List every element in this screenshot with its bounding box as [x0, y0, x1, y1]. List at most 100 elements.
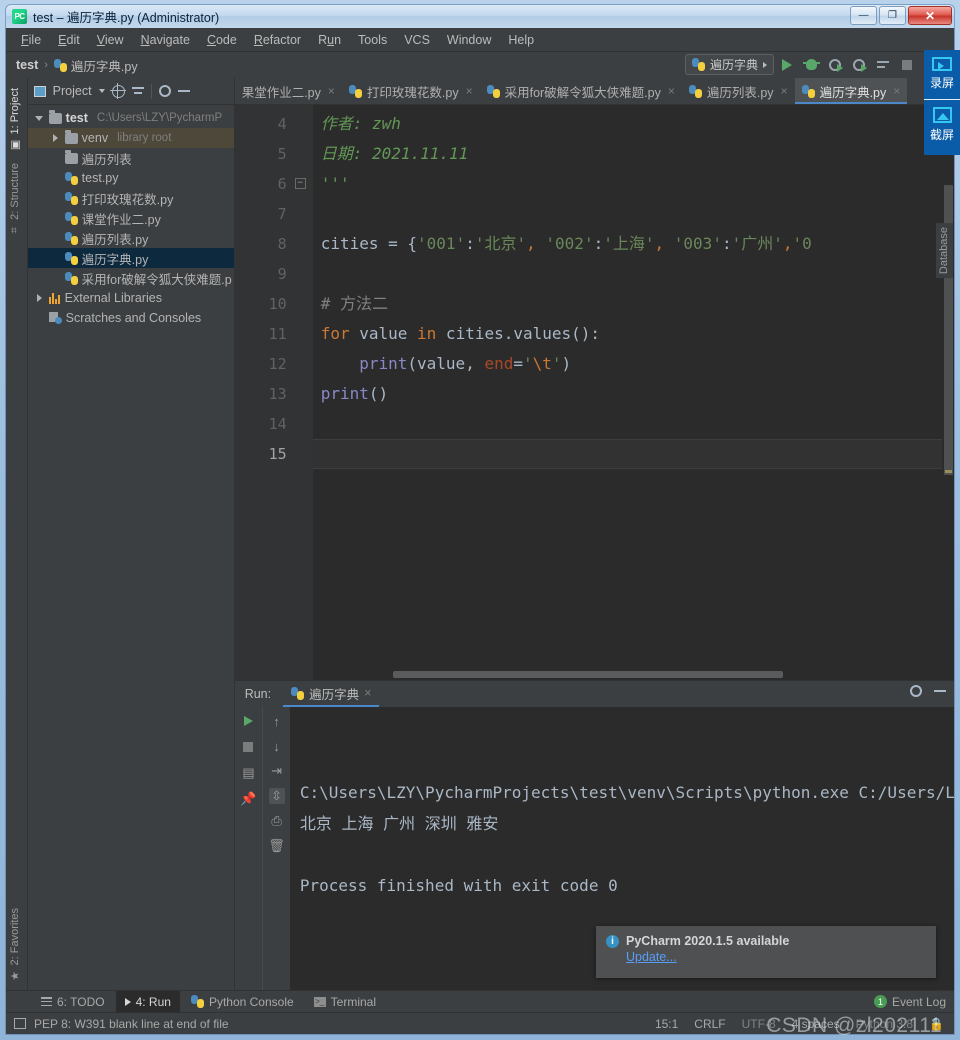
chevron-down-icon[interactable] — [98, 89, 105, 93]
editor-hscroll-thumb[interactable] — [392, 671, 783, 678]
run-window-tab[interactable]: 遍历字典 × — [283, 681, 380, 707]
event-log-button[interactable]: 1 Event Log — [873, 995, 946, 1009]
debug-button[interactable] — [800, 54, 822, 75]
close-icon[interactable]: × — [668, 84, 675, 98]
file-encoding[interactable]: UTF-8 — [742, 1017, 776, 1031]
console-horizontal-scrollbar[interactable] — [290, 980, 954, 988]
tree-item[interactable]: 课堂作业二.py — [28, 208, 234, 228]
tree-item[interactable]: Scratches and Consoles — [28, 308, 234, 328]
caret-position[interactable]: 15:1 — [655, 1017, 678, 1031]
code-text[interactable]: 作者: zwh 日期: 2021.11.11 ''' cities = {'001'… — [312, 105, 954, 469]
tree-item[interactable]: 遍历列表 — [28, 148, 234, 168]
tree-item[interactable]: External Libraries — [28, 288, 234, 308]
code-line[interactable] — [313, 259, 954, 289]
soft-wrap-icon[interactable]: ⇥ — [269, 763, 285, 779]
code-line[interactable]: cities = {'001':'北京', '002':'上海', '003':… — [313, 229, 954, 259]
sidebar-item-database[interactable]: Database — [936, 223, 953, 279]
code-line[interactable]: print() — [313, 379, 954, 409]
run-with-coverage-button[interactable] — [824, 54, 846, 75]
menu-view[interactable]: View — [90, 31, 131, 49]
editor-tab-bar[interactable]: 果堂作业二.py × 打印玫瑰花数.py × 采用for破解令狐大侠难题.py × 遍历列表… — [234, 78, 954, 105]
clear-all-icon[interactable]: 🗑 — [268, 838, 285, 854]
code-line[interactable]: # 方法二 — [313, 289, 954, 319]
menu-vcs[interactable]: VCS — [397, 31, 437, 49]
tree-item[interactable]: 遍历字典.py — [27, 248, 234, 268]
concurrency-diagram-button[interactable] — [872, 54, 894, 75]
maximize-button[interactable]: ❐ — [879, 6, 906, 25]
stop-button[interactable] — [896, 54, 918, 75]
bottom-tab-terminal[interactable]: >_ Terminal — [305, 991, 385, 1013]
python-interpreter[interactable]: Python 3.8 — [856, 1017, 913, 1031]
select-opened-file-icon[interactable] — [109, 82, 126, 99]
code-scroll-region[interactable]: 作者: zwh 日期: 2021.11.11 ''' cities = {'001'… — [312, 105, 954, 680]
print-icon[interactable]: ⎙ — [269, 813, 285, 829]
tree-item[interactable]: 打印玫瑰花数.py — [28, 188, 234, 208]
close-button[interactable]: ✕ — [908, 6, 952, 25]
screen-recorder-widget[interactable]: 录屏 截屏 — [924, 50, 960, 155]
menu-refactor[interactable]: Refactor — [247, 31, 308, 49]
editor-tab[interactable]: 果堂作业二.py × — [235, 78, 342, 104]
chevron-right-icon[interactable] — [34, 294, 45, 302]
chevron-down-icon[interactable] — [34, 115, 45, 121]
menu-file[interactable]: File — [14, 31, 48, 49]
menu-edit[interactable]: Edit — [51, 31, 87, 49]
chevron-right-icon[interactable] — [50, 134, 61, 142]
editor-tab[interactable]: 遍历列表.py × — [682, 78, 795, 104]
close-icon[interactable]: × — [893, 84, 900, 98]
indent-setting[interactable]: 4 spaces — [792, 1017, 840, 1031]
menu-window[interactable]: Window — [440, 31, 498, 49]
menu-run[interactable]: Run — [311, 31, 348, 49]
gutter-warning-mark[interactable] — [945, 470, 952, 473]
notification-balloon[interactable]: i PyCharm 2020.1.5 available Update... — [596, 926, 936, 978]
screenshot-button[interactable]: 截屏 — [924, 99, 960, 151]
code-line[interactable]: 作者: zwh — [313, 109, 954, 139]
tree-item[interactable]: 遍历列表.py — [28, 228, 234, 248]
tree-item[interactable]: venv library root — [27, 128, 234, 148]
rerun-icon[interactable] — [240, 713, 256, 729]
code-fold-marker-icon[interactable]: − — [294, 178, 306, 189]
editor-horizontal-scrollbar[interactable] — [392, 671, 940, 680]
code-line[interactable] — [313, 199, 954, 229]
sidebar-item-favorites[interactable]: ★ 2: Favorites — [6, 902, 24, 988]
hide-panel-icon[interactable] — [177, 90, 190, 92]
code-line[interactable] — [313, 409, 954, 439]
menu-code[interactable]: Code — [200, 31, 244, 49]
code-line[interactable]: 日期: 2021.11.11 — [313, 139, 954, 169]
tree-item[interactable]: 采用for破解令狐大侠难题.p — [28, 268, 234, 288]
tree-item[interactable]: test.py — [28, 168, 234, 188]
restore-layout-icon[interactable]: ▤ — [240, 765, 256, 781]
project-panel-title[interactable]: Project — [53, 84, 92, 98]
notification-update-link[interactable]: Update... — [626, 950, 926, 964]
close-icon[interactable]: × — [364, 686, 371, 700]
bottom-tab-run[interactable]: 4: Run — [115, 990, 180, 1013]
code-line[interactable] — [312, 439, 954, 469]
pin-icon[interactable]: 📌 — [240, 791, 256, 807]
code-line[interactable]: ''' — [313, 169, 954, 199]
project-tree[interactable]: test C:\Users\LZY\PycharmP venv library roo… — [27, 105, 234, 990]
code-editor[interactable]: 4 5 6 7 8 9 10 11 12 13 14 15− 作者: zwh 日期: 2021.11.1… — [234, 105, 954, 680]
up-icon[interactable]: ↑ — [269, 713, 285, 729]
sidebar-item-project[interactable]: ▣ 1: Project — [6, 82, 24, 157]
run-button[interactable] — [776, 54, 798, 75]
close-icon[interactable]: × — [466, 84, 473, 98]
editor-gutter[interactable]: 4 5 6 7 8 9 10 11 12 13 14 15− — [234, 105, 313, 680]
collapse-all-icon[interactable] — [131, 85, 144, 97]
minimize-icon[interactable] — [934, 690, 946, 692]
gear-icon[interactable] — [910, 685, 922, 697]
stop-icon[interactable] — [240, 739, 256, 755]
lock-icon[interactable]: 🔒 — [929, 1017, 944, 1031]
tree-item[interactable]: test C:\Users\LZY\PycharmP — [28, 108, 234, 128]
editor-vertical-scrollbar[interactable] — [942, 105, 954, 680]
scroll-to-end-icon[interactable]: ⇳ — [268, 788, 285, 804]
down-icon[interactable]: ↓ — [269, 738, 285, 754]
editor-tab[interactable]: 遍历字典.py × — [794, 78, 908, 104]
profile-button[interactable] — [848, 54, 870, 75]
close-icon[interactable]: × — [328, 84, 335, 98]
menu-tools[interactable]: Tools — [351, 31, 394, 49]
breadcrumb-project[interactable]: test — [16, 58, 38, 72]
breadcrumb-file[interactable]: 遍历字典.py — [71, 56, 138, 75]
line-separator[interactable]: CRLF — [694, 1017, 725, 1031]
code-line[interactable]: print(value, end='\t') — [313, 349, 954, 379]
run-configuration-selector[interactable]: 遍历字典 — [684, 54, 774, 75]
record-screen-button[interactable]: 录屏 — [924, 50, 960, 99]
